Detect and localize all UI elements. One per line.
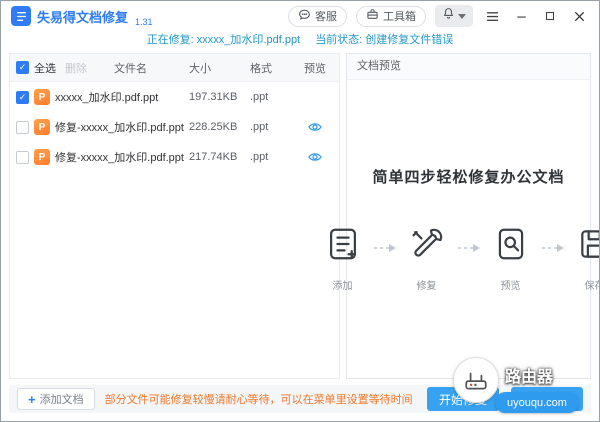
column-header-format: 格式 xyxy=(249,62,272,75)
notifications-button[interactable] xyxy=(435,5,473,27)
column-header-preview: 预览 xyxy=(303,62,326,75)
add-document-label: 添加文档 xyxy=(39,394,84,406)
file-name: 修复-xxxxx_加水印.pdf.ppt xyxy=(55,152,184,164)
steps-row: 添加 修复 预览 保 xyxy=(320,225,600,292)
warning-text: 部分文件可能修复较慢请耐心等待，可以在菜单里设置等待时间 xyxy=(104,394,413,406)
toolbox-icon xyxy=(366,8,379,24)
step-repair: 修复 xyxy=(404,225,450,292)
plus-icon xyxy=(28,392,36,407)
eye-preview-icon[interactable] xyxy=(308,120,322,134)
steps-headline: 简单四步轻松修复办公文档 xyxy=(372,169,565,186)
bell-icon xyxy=(442,7,455,25)
file-size: 217.74KB xyxy=(188,151,238,163)
ppt-file-icon: P xyxy=(34,89,50,105)
maximize-button[interactable] xyxy=(540,6,560,26)
customer-service-label: 客服 xyxy=(315,11,337,23)
add-document-button[interactable]: 添加文档 xyxy=(17,388,95,410)
step-save: 保存 xyxy=(572,225,600,292)
titlebar: 失易得文档修复 1.31 客服 工具箱 xyxy=(1,1,599,31)
file-checkbox[interactable] xyxy=(16,90,29,104)
ppt-file-icon: P xyxy=(34,149,50,165)
close-button[interactable] xyxy=(569,6,589,26)
file-checkbox[interactable] xyxy=(16,120,29,134)
file-list-header: 全选 删除 文件名 大小 格式 预览 xyxy=(10,54,339,82)
preview-document-icon xyxy=(492,225,530,268)
preview-panel-body: 简单四步轻松修复办公文档 添加 修复 预览 保 xyxy=(329,80,599,378)
dashed-arrow-icon xyxy=(541,240,565,258)
customer-service-button[interactable]: 客服 xyxy=(288,5,347,27)
status-state-text: 当前状态: 创建修复文件错误 xyxy=(315,34,454,46)
column-header-name: 文件名 xyxy=(114,62,147,75)
minimize-button[interactable] xyxy=(511,6,531,26)
chat-bubble-icon xyxy=(298,8,311,24)
ppt-file-icon: P xyxy=(34,119,50,135)
start-repair-button[interactable]: 开始修复 xyxy=(426,387,499,411)
app-version: 1.31 xyxy=(135,17,153,27)
dashed-arrow-icon xyxy=(457,240,481,258)
bottom-bar: 添加文档 部分文件可能修复较慢请耐心等待，可以在菜单里设置等待时间 开始修复 保… xyxy=(9,385,591,413)
step-label: 保存 xyxy=(584,281,600,292)
file-size: 228.25KB xyxy=(188,121,238,133)
eye-preview-icon[interactable] xyxy=(308,150,322,164)
add-document-icon xyxy=(324,225,362,268)
step-label: 添加 xyxy=(332,281,353,292)
file-preview-cell xyxy=(297,150,333,164)
file-name: xxxxx_加水印.pdf.ppt xyxy=(55,92,159,104)
file-format: .ppt xyxy=(249,151,269,163)
file-list-panel: 全选 删除 文件名 大小 格式 预览 P xxxxx_加水印.pdf.ppt 1… xyxy=(9,53,340,379)
column-header-size: 大小 xyxy=(188,62,211,75)
chevron-down-icon xyxy=(458,13,466,19)
menu-button[interactable] xyxy=(482,6,502,26)
main-area: 全选 删除 文件名 大小 格式 预览 P xxxxx_加水印.pdf.ppt 1… xyxy=(9,53,599,379)
titlebar-actions: 客服 工具箱 xyxy=(288,5,589,27)
repair-tools-icon xyxy=(408,225,446,268)
step-add: 添加 xyxy=(320,225,366,292)
delete-label[interactable]: 删除 xyxy=(65,60,87,76)
preview-panel-title: 文档预览 xyxy=(346,54,590,80)
toolbox-button[interactable]: 工具箱 xyxy=(356,5,426,27)
app-title: 失易得文档修复 xyxy=(37,9,129,25)
toolbox-label: 工具箱 xyxy=(383,11,416,23)
step-label: 预览 xyxy=(500,281,521,292)
document-preview-panel: 文档预览 简单四步轻松修复办公文档 添加 修复 预览 保 xyxy=(329,53,599,379)
select-all-label[interactable]: 全选 xyxy=(34,60,56,76)
file-checkbox[interactable] xyxy=(16,150,29,164)
file-preview-cell xyxy=(297,120,333,134)
file-size: 197.31KB xyxy=(188,91,238,103)
dashed-arrow-icon xyxy=(373,240,397,258)
file-format: .ppt xyxy=(249,91,269,103)
save-document-button[interactable]: 保存文档 xyxy=(510,387,583,411)
status-repairing-text: 正在修复: xxxxx_加水印.pdf.ppt xyxy=(146,34,301,46)
status-bar: 正在修复: xxxxx_加水印.pdf.ppt 当前状态: 创建修复文件错误 xyxy=(1,31,599,51)
file-row[interactable]: P 修复-xxxxx_加水印.pdf.ppt 217.74KB .ppt xyxy=(10,142,339,172)
app-window: 失易得文档修复 1.31 客服 工具箱 正在修复: xxxxx_加水印.pdf.… xyxy=(0,0,600,422)
step-label: 修复 xyxy=(416,281,437,292)
file-format: .ppt xyxy=(249,121,269,133)
file-row[interactable]: P 修复-xxxxx_加水印.pdf.ppt 228.25KB .ppt xyxy=(10,112,339,142)
file-row[interactable]: P xxxxx_加水印.pdf.ppt 197.31KB .ppt xyxy=(10,82,339,112)
save-disk-icon xyxy=(576,225,599,268)
app-logo-icon xyxy=(11,6,31,26)
step-preview: 预览 xyxy=(488,225,534,292)
select-all-checkbox[interactable] xyxy=(16,61,29,74)
file-name: 修复-xxxxx_加水印.pdf.ppt xyxy=(55,122,184,134)
